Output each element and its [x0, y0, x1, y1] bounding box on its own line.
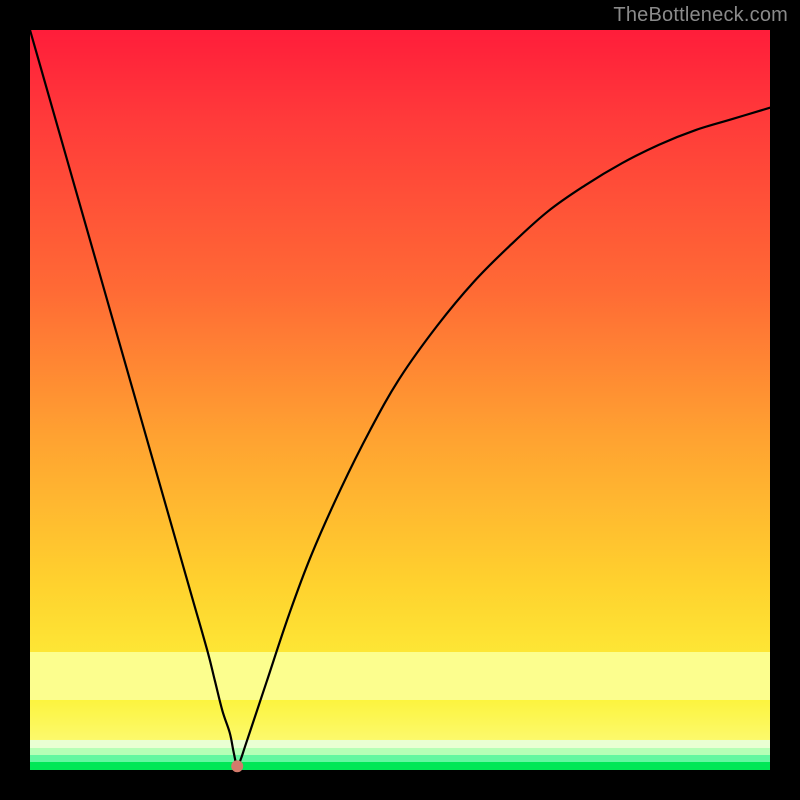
watermark-text: TheBottleneck.com [613, 4, 788, 27]
bottleneck-curve [30, 30, 770, 767]
minimum-marker [231, 760, 243, 772]
chart-stage: TheBottleneck.com [0, 0, 800, 800]
plot-area [30, 30, 770, 770]
curve-svg [30, 30, 770, 770]
